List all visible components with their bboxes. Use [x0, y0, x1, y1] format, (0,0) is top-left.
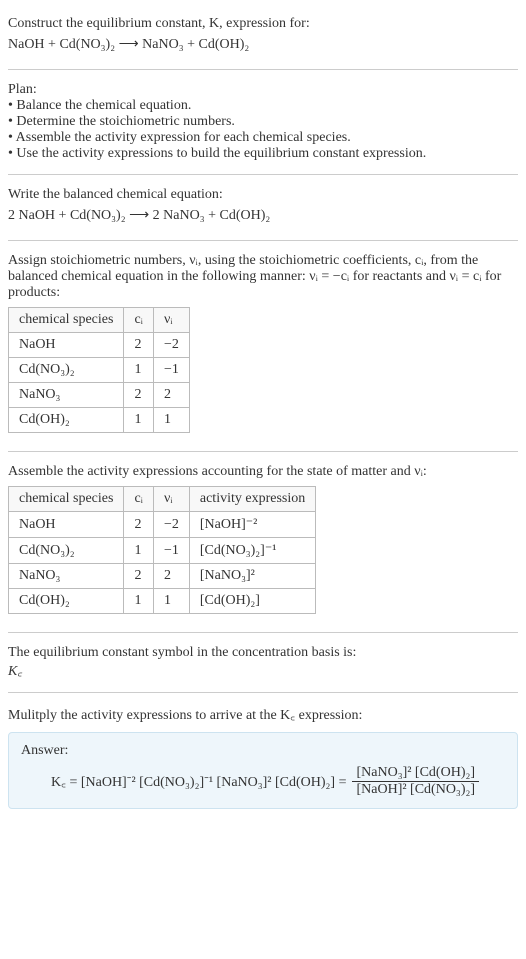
plan-item: • Use the activity expressions to build … [8, 146, 518, 162]
plan-item: • Balance the chemical equation. [8, 98, 518, 114]
col-species: chemical species [9, 487, 124, 512]
col-expr: activity expression [189, 487, 315, 512]
plan-item: • Assemble the activity expression for e… [8, 130, 518, 146]
cell-ci: 2 [124, 512, 154, 538]
balanced-equation: 2 NaOH + Cd(NO₃)₂ ⟶ 2 NaNO₃ + Cd(OH)₂ [8, 207, 518, 224]
cell-species: NaNO₃ [9, 383, 124, 408]
kc-numerator: [NaNO₃]² [Cd(OH)₂] [352, 765, 479, 782]
prompt-text: Construct the equilibrium constant, K, e… [8, 16, 518, 32]
prompt-section: Construct the equilibrium constant, K, e… [8, 8, 518, 65]
cell-species: Cd(OH)₂ [9, 589, 124, 614]
cell-species: NaOH [9, 333, 124, 358]
cell-expr: [NaNO₃]² [189, 564, 315, 589]
table-row: Cd(OH)₂ 1 1 [9, 408, 190, 433]
plan-title: Plan: [8, 82, 518, 98]
divider [8, 692, 518, 693]
multiply-section: Mulitply the activity expressions to arr… [8, 697, 518, 817]
divider [8, 240, 518, 241]
cell-expr: [Cd(NO₃)₂]⁻¹ [189, 538, 315, 564]
table-row: Cd(NO₃)₂ 1 −1 [9, 358, 190, 383]
symbol-section: The equilibrium constant symbol in the c… [8, 637, 518, 688]
table-row: Cd(OH)₂ 1 1 [Cd(OH)₂] [9, 589, 316, 614]
activity-section: Assemble the activity expressions accoun… [8, 456, 518, 628]
col-ci: cᵢ [124, 308, 154, 333]
table-row: Cd(NO₃)₂ 1 −1 [Cd(NO₃)₂]⁻¹ [9, 538, 316, 564]
cell-ci: 1 [124, 589, 154, 614]
cell-vi: −1 [153, 538, 189, 564]
cell-ci: 2 [124, 564, 154, 589]
plan-section: Plan: • Balance the chemical equation. •… [8, 74, 518, 170]
table-row: NaOH 2 −2 [9, 333, 190, 358]
cell-species: Cd(OH)₂ [9, 408, 124, 433]
kc-lhs: K꜀ = [NaOH]⁻² [Cd(NO₃)₂]⁻¹ [NaNO₃]² [Cd(… [51, 772, 346, 791]
activity-desc: Assemble the activity expressions accoun… [8, 464, 518, 480]
cell-expr: [NaOH]⁻² [189, 512, 315, 538]
answer-label: Answer: [21, 743, 505, 759]
stoich-table: chemical species cᵢ νᵢ NaOH 2 −2 Cd(NO₃)… [8, 307, 190, 433]
table-row: NaOH 2 −2 [NaOH]⁻² [9, 512, 316, 538]
col-vi: νᵢ [153, 308, 189, 333]
col-ci: cᵢ [124, 487, 154, 512]
cell-ci: 1 [124, 358, 154, 383]
plan-item: • Determine the stoichiometric numbers. [8, 114, 518, 130]
cell-species: NaOH [9, 512, 124, 538]
balanced-title: Write the balanced chemical equation: [8, 187, 518, 203]
kc-expression: K꜀ = [NaOH]⁻² [Cd(NO₃)₂]⁻¹ [NaNO₃]² [Cd(… [21, 765, 505, 798]
cell-species: NaNO₃ [9, 564, 124, 589]
cell-vi: 2 [153, 383, 189, 408]
cell-ci: 1 [124, 538, 154, 564]
symbol-text: The equilibrium constant symbol in the c… [8, 645, 518, 661]
divider [8, 451, 518, 452]
symbol-kc: K꜀ [8, 661, 518, 680]
cell-vi: −2 [153, 512, 189, 538]
answer-box: Answer: K꜀ = [NaOH]⁻² [Cd(NO₃)₂]⁻¹ [NaNO… [8, 732, 518, 809]
table-row: NaNO₃ 2 2 [NaNO₃]² [9, 564, 316, 589]
cell-ci: 1 [124, 408, 154, 433]
table-row: NaNO₃ 2 2 [9, 383, 190, 408]
cell-species: Cd(NO₃)₂ [9, 358, 124, 383]
table-header-row: chemical species cᵢ νᵢ [9, 308, 190, 333]
stoich-section: Assign stoichiometric numbers, νᵢ, using… [8, 245, 518, 447]
cell-species: Cd(NO₃)₂ [9, 538, 124, 564]
stoich-desc: Assign stoichiometric numbers, νᵢ, using… [8, 253, 518, 301]
cell-vi: −1 [153, 358, 189, 383]
divider [8, 632, 518, 633]
multiply-text: Mulitply the activity expressions to arr… [8, 705, 518, 724]
balanced-section: Write the balanced chemical equation: 2 … [8, 179, 518, 236]
table-header-row: chemical species cᵢ νᵢ activity expressi… [9, 487, 316, 512]
divider [8, 174, 518, 175]
kc-denominator: [NaOH]² [Cd(NO₃)₂] [352, 782, 479, 798]
cell-vi: 1 [153, 408, 189, 433]
cell-vi: 2 [153, 564, 189, 589]
cell-ci: 2 [124, 383, 154, 408]
activity-table: chemical species cᵢ νᵢ activity expressi… [8, 486, 316, 614]
cell-vi: 1 [153, 589, 189, 614]
cell-vi: −2 [153, 333, 189, 358]
cell-ci: 2 [124, 333, 154, 358]
divider [8, 69, 518, 70]
cell-expr: [Cd(OH)₂] [189, 589, 315, 614]
kc-fraction: [NaNO₃]² [Cd(OH)₂] [NaOH]² [Cd(NO₃)₂] [352, 765, 479, 798]
col-species: chemical species [9, 308, 124, 333]
unbalanced-equation: NaOH + Cd(NO₃)₂ ⟶ NaNO₃ + Cd(OH)₂ [8, 36, 518, 53]
col-vi: νᵢ [153, 487, 189, 512]
